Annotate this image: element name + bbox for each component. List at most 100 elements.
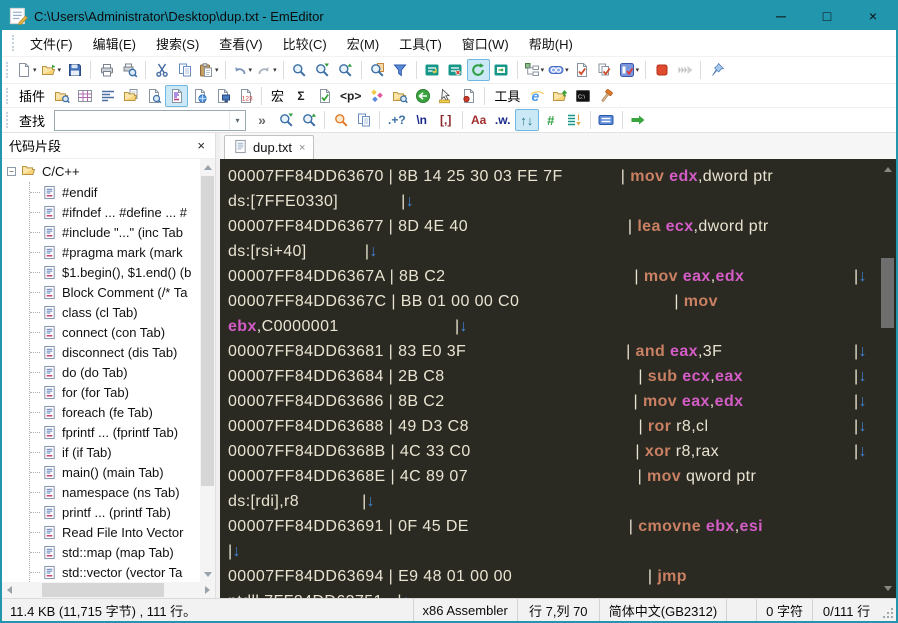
abstract-view-button[interactable]	[595, 109, 618, 131]
toolbar-gripper[interactable]	[6, 112, 10, 128]
cut-button[interactable]	[150, 59, 173, 81]
snippet-item[interactable]: #pragma mark (mark	[30, 242, 200, 262]
find-input[interactable]	[55, 111, 230, 129]
print-button[interactable]	[95, 59, 118, 81]
copy-all-button[interactable]	[352, 109, 375, 131]
use-number-range-button[interactable]: [,]	[434, 109, 458, 131]
sidebar-scrollbar-thumb[interactable]	[201, 176, 214, 486]
close-button[interactable]: ×	[850, 2, 896, 30]
use-regex-button[interactable]: .+?	[384, 109, 410, 131]
snippet-item[interactable]: for (for Tab)	[30, 382, 200, 402]
snippet-item[interactable]: main() (main Tab)	[30, 462, 200, 482]
macro-record-doc-button[interactable]	[457, 85, 480, 107]
editor-area[interactable]: 00007FF84DD63670 | 8B 14 25 30 03 FE 7F …	[220, 159, 879, 598]
snippet-item[interactable]: disconnect (dis Tab)	[30, 342, 200, 362]
combo-dropdown-icon[interactable]: ▾	[229, 110, 245, 130]
tool-internet-explorer-button[interactable]: e	[525, 85, 548, 107]
toolbar-overflow-button[interactable]: »	[250, 109, 274, 131]
highlight-all-button[interactable]	[329, 109, 352, 131]
dropdown-arrow-icon[interactable]: ▾	[273, 66, 277, 74]
toolbar-gripper[interactable]	[6, 62, 10, 78]
plugin-open-documents-button[interactable]	[119, 85, 142, 107]
sidebar-hscrollbar-thumb[interactable]	[42, 583, 164, 597]
editor-scroll-down-icon[interactable]	[879, 580, 896, 596]
status-spacer[interactable]	[726, 599, 756, 621]
collapse-icon[interactable]: −	[7, 167, 16, 176]
find-in-files-button[interactable]	[366, 59, 389, 81]
editor-scrollbar-thumb[interactable]	[881, 258, 894, 328]
find-next-toolbar-button[interactable]	[274, 109, 297, 131]
snippet-item[interactable]: printf ... (printf Tab)	[30, 502, 200, 522]
count-matches-button[interactable]: #	[539, 109, 563, 131]
scroll-right-icon[interactable]	[200, 582, 215, 598]
snippet-item[interactable]: Block Comment (/* Ta	[30, 282, 200, 302]
minimize-button[interactable]: ─	[758, 2, 804, 30]
macro-html-tag-button[interactable]: <p>	[336, 85, 365, 107]
snippet-item[interactable]: namespace (ns Tab)	[30, 482, 200, 502]
status-syntax-mode[interactable]: x86 Assembler	[412, 599, 517, 621]
outline-button[interactable]: ▾	[522, 59, 547, 81]
plugin-word-count-button[interactable]	[73, 85, 96, 107]
validate-document-button[interactable]	[571, 59, 594, 81]
snippet-item[interactable]: fprintf ... (fprintf Tab)	[30, 422, 200, 442]
wrap-by-character-button[interactable]	[444, 59, 467, 81]
validate-all-button[interactable]	[594, 59, 617, 81]
snippet-item[interactable]: #ifndef ... #define ... #	[30, 202, 200, 222]
pin-button[interactable]	[705, 59, 728, 81]
dropdown-arrow-icon[interactable]: ▾	[33, 66, 37, 74]
tool-command-prompt-button[interactable]: C:\	[571, 85, 594, 107]
tool-export-folder-button[interactable]	[548, 85, 571, 107]
record-macro-button[interactable]	[650, 59, 673, 81]
snippet-item[interactable]: std::vector (vector Ta	[30, 562, 200, 582]
close-panel-icon[interactable]: ×	[194, 138, 208, 153]
menu-item-m[interactable]: 宏(M)	[337, 30, 390, 57]
tree-root-c-cpp[interactable]: − C/C++	[2, 161, 200, 182]
filter-button[interactable]	[389, 59, 412, 81]
dropdown-arrow-icon[interactable]: ▾	[541, 66, 545, 74]
filter-extract-button[interactable]	[563, 109, 586, 131]
menu-item-e[interactable]: 编辑(E)	[83, 30, 146, 57]
wrap-by-page-button[interactable]	[490, 59, 513, 81]
dropdown-arrow-icon[interactable]: ▾	[249, 66, 253, 74]
macro-find-folder-button[interactable]	[388, 85, 411, 107]
snippet-item[interactable]: connect (con Tab)	[30, 322, 200, 342]
macro-sigma-button[interactable]: Σ	[289, 85, 313, 107]
menu-item-t[interactable]: 工具(T)	[389, 30, 452, 57]
open-file-button[interactable]: ▾	[39, 59, 64, 81]
status-encoding[interactable]: 简体中文(GB2312)	[598, 599, 726, 621]
sidebar-vertical-scrollbar[interactable]	[200, 159, 215, 582]
dropdown-arrow-icon[interactable]: ▾	[565, 66, 569, 74]
snippet-item[interactable]: do (do Tab)	[30, 362, 200, 382]
menu-item-s[interactable]: 搜索(S)	[146, 30, 209, 57]
plugin-snippets-button[interactable]	[165, 84, 189, 107]
menu-gripper[interactable]	[12, 35, 16, 51]
snippet-item[interactable]: std::map (map Tab)	[30, 542, 200, 562]
search-up-down-button[interactable]: ↑↓	[514, 109, 539, 131]
match-whole-word-button[interactable]: .w.	[491, 109, 515, 131]
redo-button[interactable]: ▾	[254, 59, 279, 81]
menu-item-f[interactable]: 文件(F)	[20, 30, 83, 57]
scroll-left-icon[interactable]	[2, 582, 17, 598]
macro-back-button[interactable]	[411, 85, 434, 107]
menu-item-h[interactable]: 帮助(H)	[519, 30, 583, 57]
snippet-item[interactable]: if (if Tab)	[30, 442, 200, 462]
find-button[interactable]	[288, 59, 311, 81]
new-file-button[interactable]: ▾	[14, 59, 39, 81]
find-previous-toolbar-button[interactable]	[297, 109, 320, 131]
jump-next-button[interactable]	[627, 109, 650, 131]
menu-item-w[interactable]: 窗口(W)	[452, 30, 519, 57]
plugin-number-lines-button[interactable]: 123	[234, 85, 257, 107]
snippet-item[interactable]: foreach (fe Tab)	[30, 402, 200, 422]
tool-customize-button[interactable]	[594, 85, 617, 107]
scroll-up-icon[interactable]	[200, 159, 215, 175]
plugin-search-button[interactable]	[142, 85, 165, 107]
tab-dup-txt[interactable]: dup.txt ×	[224, 135, 315, 159]
match-case-button[interactable]: Aa	[467, 109, 491, 131]
editor-scroll-up-icon[interactable]	[879, 161, 896, 177]
print-preview-button[interactable]	[118, 59, 141, 81]
dropdown-arrow-icon[interactable]: ▾	[58, 66, 62, 74]
maximize-button[interactable]: □	[804, 2, 850, 30]
sidebar-horizontal-scrollbar[interactable]	[2, 582, 215, 598]
sync-scroll-button[interactable]: ▾	[546, 59, 571, 81]
menu-item-v[interactable]: 查看(V)	[209, 30, 272, 57]
